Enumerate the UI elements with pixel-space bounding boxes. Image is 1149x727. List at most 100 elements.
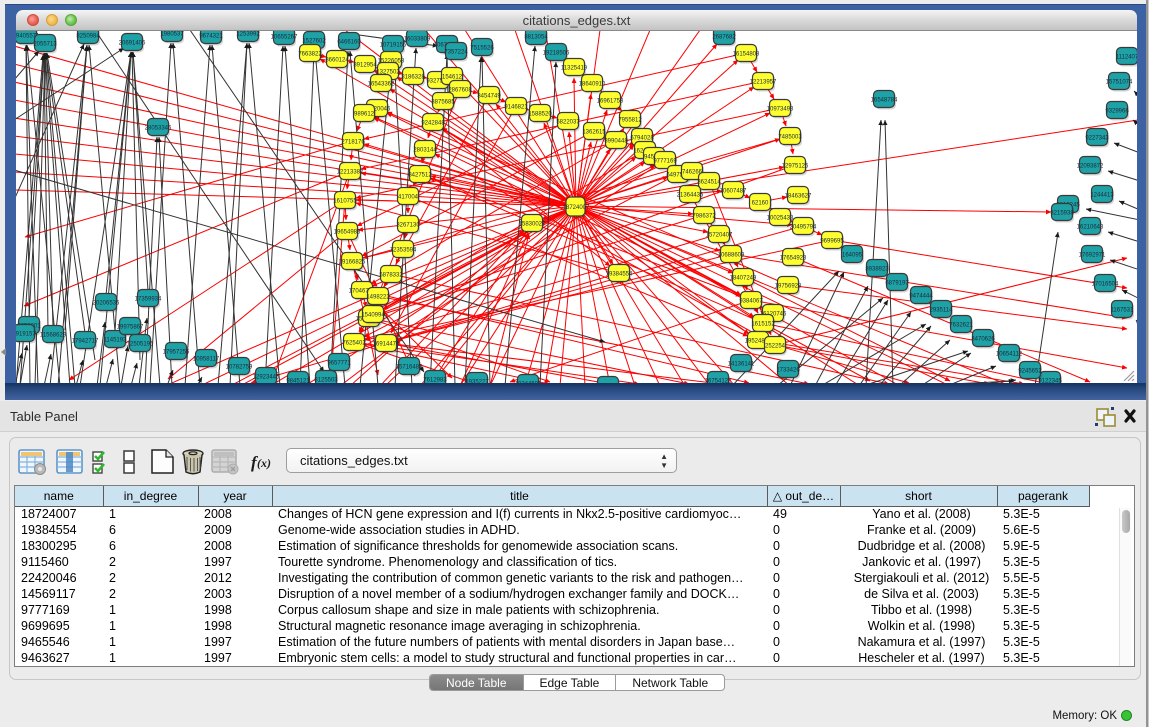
svg-text:16154808: 16154808 [733,51,760,57]
svg-text:1935227: 1935227 [465,379,489,383]
svg-text:1733426: 1733426 [776,367,800,373]
svg-text:15751074: 15751074 [1106,79,1133,85]
svg-text:8186328: 8186328 [401,74,425,80]
svg-text:19218506: 19218506 [543,50,570,56]
svg-text:19975867: 19975867 [117,324,144,330]
svg-text:1244413: 1244413 [1090,192,1114,198]
svg-text:8990448: 8990448 [604,138,628,144]
svg-text:1112407: 1112407 [1116,54,1137,60]
svg-text:8470626: 8470626 [971,336,995,342]
svg-text:12213382: 12213382 [337,169,364,175]
svg-text:2055713: 2055713 [33,41,57,47]
svg-text:18724007: 18724007 [563,205,590,211]
svg-text:9845121: 9845121 [286,378,310,383]
svg-text:19654983: 19654983 [334,229,361,235]
svg-text:6794028: 6794028 [630,135,654,141]
svg-text:17016504: 17016504 [1092,281,1119,287]
svg-text:6466160: 6466160 [337,39,361,45]
svg-text:8938923: 8938923 [865,266,889,272]
svg-text:3624514: 3624514 [697,179,721,185]
svg-text:17692971: 17692971 [1079,252,1106,258]
svg-text:15830027: 15830027 [519,221,546,227]
svg-text:20206536: 20206536 [93,300,120,306]
svg-text:2803144: 2803144 [413,147,437,153]
svg-text:10244501: 10244501 [515,381,542,383]
svg-text:10607487: 10607487 [720,188,747,194]
svg-text:28053346: 28053346 [145,125,172,131]
svg-text:2935114: 2935114 [930,307,954,313]
svg-text:9329966: 9329966 [1105,108,1129,114]
svg-text:15720407: 15720407 [706,232,733,238]
svg-text:16754122: 16754122 [705,378,732,383]
svg-text:17942717: 17942717 [72,338,99,344]
svg-text:16961758: 16961758 [597,98,624,104]
svg-text:12353594: 12353594 [390,247,417,253]
svg-text:14136141: 14136141 [728,361,755,367]
svg-text:7663822: 7663822 [298,51,322,57]
svg-text:9674321: 9674321 [199,33,223,39]
svg-text:5878332: 5878332 [379,272,403,278]
svg-text:417004: 417004 [398,194,419,200]
svg-text:17654923: 17654923 [780,255,807,261]
svg-text:9699695: 9699695 [820,238,844,244]
svg-text:989612: 989612 [354,111,375,117]
svg-text:1362615: 1362615 [582,129,606,135]
svg-text:8912954: 8912954 [353,62,377,68]
svg-text:1588520: 1588520 [528,111,552,117]
svg-text:7955812: 7955812 [618,117,642,123]
svg-text:154612: 154612 [442,74,463,80]
svg-text:7986372: 7986372 [692,213,716,219]
svg-text:18407249: 18407249 [730,275,757,281]
svg-text:18463627: 18463627 [785,193,812,199]
svg-text:9474444: 9474444 [909,293,933,299]
svg-text:16914479: 16914479 [373,341,400,347]
svg-text:16543362: 16543362 [368,81,395,87]
svg-text:3215938: 3215938 [1050,210,1074,216]
svg-text:20495794: 20495794 [790,224,817,230]
svg-text:8427512: 8427512 [408,172,432,178]
svg-text:2867608: 2867608 [448,87,472,93]
svg-text:1253992: 1253992 [236,31,260,37]
svg-text:16548784: 16548784 [871,97,898,103]
svg-text:252254: 252254 [765,343,786,349]
svg-text:11568629: 11568629 [40,332,67,338]
svg-text:10973493: 10973493 [767,106,794,112]
svg-text:20691406: 20691406 [119,40,146,46]
svg-text:9384067: 9384067 [739,298,763,304]
svg-text:19166825: 19166825 [339,259,366,265]
svg-text:19756928: 19756928 [775,283,802,289]
svg-text:16210643: 16210643 [1077,224,1104,230]
svg-text:17359934: 17359934 [135,296,162,302]
svg-text:1980537: 1980537 [160,31,184,37]
svg-text:9242848: 9242848 [421,120,445,126]
svg-text:2687682: 2687682 [712,34,736,40]
svg-text:19384554: 19384554 [606,271,633,277]
svg-text:(x): (x) [257,456,271,470]
svg-text:10958117: 10958117 [193,356,220,362]
svg-text:15716485: 15716485 [396,364,423,370]
svg-text:7612983: 7612983 [423,377,447,383]
svg-text:7632621: 7632621 [949,322,973,328]
svg-text:8250984: 8250984 [76,33,100,39]
svg-text:7485003: 7485003 [778,134,802,140]
svg-text:1527602: 1527602 [302,38,326,44]
svg-text:8125503: 8125503 [314,377,338,383]
svg-text:9227343: 9227343 [1085,135,1109,141]
svg-text:9122345: 9122345 [1038,378,1062,383]
svg-text:8660124: 8660124 [325,57,349,63]
svg-text:9657771: 9657771 [327,360,351,366]
svg-text:2718176: 2718176 [341,139,365,145]
svg-text:12093872: 12093872 [1077,163,1104,169]
svg-text:12213957: 12213957 [750,79,777,85]
svg-text:12975125: 12975125 [782,163,809,169]
svg-text:1615152: 1615152 [751,321,775,327]
svg-text:1167531: 1167531 [1111,307,1135,313]
svg-text:12923445: 12923445 [253,374,280,380]
svg-text:1610755: 1610755 [333,198,357,204]
svg-text:8813054: 8813054 [524,34,548,40]
svg-text:10688609: 10688609 [718,252,745,258]
svg-text:1540994: 1540994 [361,312,385,318]
svg-text:10025433: 10025433 [767,215,794,221]
svg-text:17957255: 17957255 [163,349,190,355]
svg-text:9777169: 9777169 [653,158,677,164]
